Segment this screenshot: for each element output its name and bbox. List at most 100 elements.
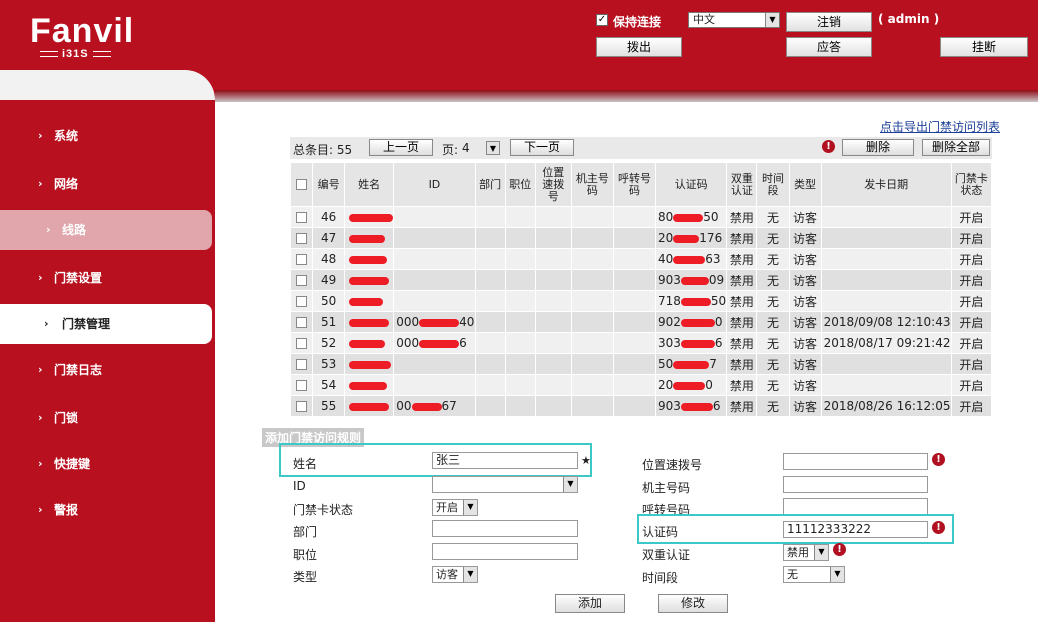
row-checkbox[interactable]	[296, 212, 308, 223]
row-select-cell[interactable]	[289, 248, 314, 270]
cell-id: 000 40	[393, 311, 476, 333]
select-all-checkbox[interactable]	[296, 179, 308, 190]
logout-button[interactable]: 注销	[786, 12, 872, 32]
table-row[interactable]: 52 000 6 303 6 禁用无访客 2018/08/17 09:21:42 开启	[289, 332, 993, 354]
type-select[interactable]: 访客 ▼	[432, 566, 478, 583]
col-header: 位置速拨号	[534, 162, 572, 207]
col-header: 姓名	[344, 162, 395, 207]
row-checkbox[interactable]	[296, 296, 308, 307]
cell-speed-dial	[534, 227, 572, 249]
cell-forward	[612, 332, 657, 354]
table-row[interactable]: 49 903 09 禁用无访客 开启	[289, 269, 993, 291]
sidebar-item-door-lock[interactable]: › 门锁	[0, 398, 212, 438]
cell-speed-dial	[534, 206, 572, 228]
select-all-cell[interactable]	[289, 162, 314, 207]
table-row[interactable]: 54 20 0 禁用无访客 开启	[289, 374, 993, 396]
sidebar-item-access-settings[interactable]: › 门禁设置	[0, 258, 212, 298]
row-select-cell[interactable]	[289, 206, 314, 228]
sidebar-item-system[interactable]: › 系统	[0, 116, 212, 156]
cell-forward	[612, 290, 657, 312]
owner-input[interactable]	[783, 476, 928, 493]
dual-auth-select[interactable]: 禁用 ▼	[783, 544, 829, 561]
chevron-down-icon: ▼	[814, 545, 828, 560]
page-select[interactable]: ▼	[486, 141, 500, 155]
cell-no: 48	[312, 248, 346, 270]
row-checkbox[interactable]	[296, 338, 308, 349]
row-checkbox[interactable]	[296, 233, 308, 244]
name-input[interactable]: 张三	[432, 452, 578, 469]
table-row[interactable]: 46 80 50 禁用无访客 开启	[289, 206, 993, 228]
keep-connection-checkbox[interactable]: ✓	[596, 14, 608, 26]
sidebar-item-network[interactable]: › 网络	[0, 164, 212, 204]
sidebar-item-line[interactable]: › 线路	[0, 210, 212, 250]
sidebar-item-shortcut[interactable]: › 快捷键	[0, 444, 212, 484]
code-visible-head: 50	[658, 357, 674, 371]
cell-issue-date: 2018/08/26 16:12:05	[820, 395, 952, 417]
table-row[interactable]: 48 40 63 禁用无访客 开启	[289, 248, 993, 270]
cell-issue-date: 2018/08/17 09:21:42	[820, 332, 952, 354]
row-select-cell[interactable]	[289, 269, 314, 291]
add-button[interactable]: 添加	[555, 594, 625, 613]
sidebar-item-access-log[interactable]: › 门禁日志	[0, 350, 212, 390]
row-select-cell[interactable]	[289, 311, 314, 333]
card-status-select[interactable]: 开启 ▼	[432, 499, 478, 516]
prev-page-button[interactable]: 上一页	[369, 139, 433, 156]
table-row[interactable]: 51 000 40 902 0 禁用无访客 2018/09/08 12:10:43 开启	[289, 311, 993, 333]
period-select[interactable]: 无 ▼	[783, 566, 845, 583]
auth-input[interactable]: 11112333222	[783, 521, 928, 538]
table-row[interactable]: 50 718 50 禁用无访客 开启	[289, 290, 993, 312]
row-checkbox[interactable]	[296, 275, 308, 286]
speed-dial-input[interactable]	[783, 453, 928, 470]
export-list-link[interactable]: 点击导出门禁访问列表	[880, 118, 1000, 135]
sidebar-item-access-management[interactable]: › 门禁管理	[0, 304, 212, 344]
dial-out-button[interactable]: 拨出	[596, 37, 682, 57]
redaction-mark	[349, 360, 392, 369]
model-label: i31S	[36, 48, 115, 60]
row-select-cell[interactable]	[289, 353, 314, 375]
table-row[interactable]: 53 50 7 禁用无访客 开启	[289, 353, 993, 375]
language-select[interactable]: 中文 ▼	[688, 12, 780, 28]
delete-button[interactable]: 删除	[842, 139, 914, 156]
cell-name	[344, 332, 395, 354]
chevron-right-icon: ›	[38, 503, 43, 516]
id-visible-head: 000	[396, 336, 420, 350]
warning-icon: !	[932, 521, 945, 534]
forward-input[interactable]	[783, 498, 928, 515]
row-select-cell[interactable]	[289, 227, 314, 249]
row-checkbox[interactable]	[296, 380, 308, 391]
redaction-mark	[673, 255, 706, 264]
cell-type: 访客	[788, 269, 822, 291]
cell-name	[344, 311, 395, 333]
modify-button[interactable]: 修改	[658, 594, 728, 613]
answer-button[interactable]: 应答	[786, 37, 872, 57]
cell-type: 访客	[788, 353, 822, 375]
hangup-button[interactable]: 挂断	[940, 37, 1028, 57]
row-select-cell[interactable]	[289, 332, 314, 354]
cell-name	[344, 290, 395, 312]
sidebar-item-label: 快捷键	[54, 457, 91, 471]
position-input[interactable]	[432, 543, 578, 560]
table-row[interactable]: 47 20 176 禁用无访客 开启	[289, 227, 993, 249]
sidebar-item-alarm[interactable]: › 警报	[0, 490, 212, 530]
dept-input[interactable]	[432, 520, 578, 537]
row-checkbox[interactable]	[296, 401, 308, 412]
row-checkbox[interactable]	[296, 254, 308, 265]
row-checkbox[interactable]	[296, 317, 308, 328]
row-select-cell[interactable]	[289, 395, 314, 417]
cell-id	[393, 353, 476, 375]
id-select[interactable]: ▼	[432, 476, 578, 493]
cell-dept	[474, 353, 506, 375]
row-select-cell[interactable]	[289, 290, 314, 312]
row-checkbox[interactable]	[296, 359, 308, 370]
cell-no: 52	[312, 332, 346, 354]
cell-auth-code: 903 6	[655, 395, 728, 417]
cell-type: 访客	[788, 290, 822, 312]
col-header: 类型	[788, 162, 822, 207]
cell-period: 无	[756, 374, 790, 396]
delete-all-button[interactable]: 删除全部	[922, 139, 990, 156]
table-row[interactable]: 55 00 67 903 6 禁用无访客 2018/08/26 16:12:05 开启	[289, 395, 993, 417]
cell-name	[344, 374, 395, 396]
row-select-cell[interactable]	[289, 374, 314, 396]
code-visible-tail: 50	[710, 294, 727, 308]
next-page-button[interactable]: 下一页	[510, 139, 574, 156]
